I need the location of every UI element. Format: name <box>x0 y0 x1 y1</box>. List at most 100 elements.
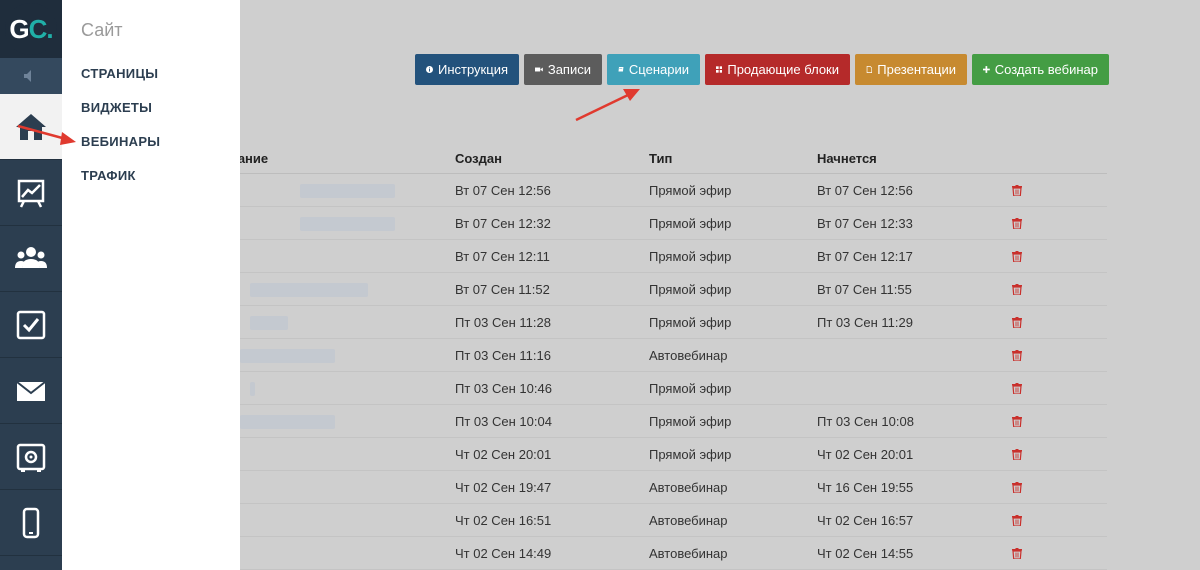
sidebar-item-tasks[interactable] <box>0 292 62 358</box>
trash-icon <box>1012 184 1022 196</box>
safe-icon <box>16 443 46 472</box>
start-date: Чт 02 Сен 14:55 <box>817 545 914 561</box>
trash-icon <box>1012 481 1022 493</box>
trash-icon <box>1012 349 1022 361</box>
trash-icon <box>1012 547 1022 559</box>
start-date: Чт 02 Сен 16:57 <box>817 512 914 528</box>
selling-blocks-label: Продающие блоки <box>727 62 839 77</box>
created-date: Пт 03 Сен 10:46 <box>455 380 552 396</box>
created-date: Пт 03 Сен 11:16 <box>455 347 551 363</box>
delete-button[interactable] <box>997 283 1037 295</box>
users-icon <box>15 246 47 268</box>
created-date: Пт 03 Сен 10:04 <box>455 413 552 429</box>
delete-button[interactable] <box>997 547 1037 559</box>
webinar-type: Автовебинар <box>649 545 728 561</box>
created-date: Вт 07 Сен 11:52 <box>455 281 550 297</box>
logo[interactable]: G C. <box>0 0 62 58</box>
delete-button[interactable] <box>997 481 1037 493</box>
start-date: Вт 07 Сен 12:56 <box>817 182 913 198</box>
delete-button[interactable] <box>997 217 1037 229</box>
start-date: Пт 03 Сен 10:08 <box>817 413 914 429</box>
webinar-type: Прямой эфир <box>649 215 732 231</box>
plus-icon <box>983 66 990 73</box>
delete-button[interactable] <box>997 382 1037 394</box>
trash-icon <box>1012 448 1022 460</box>
created-date: Вт 07 Сен 12:11 <box>455 248 550 264</box>
sidebar-item-messages[interactable] <box>0 358 62 424</box>
created-date: Чт 02 Сен 20:01 <box>455 446 552 462</box>
file-icon <box>866 66 873 73</box>
webinar-type: Автовебинар <box>649 347 728 363</box>
instruction-button[interactable]: Инструкция <box>415 54 519 85</box>
created-date: Чт 02 Сен 16:51 <box>455 512 552 528</box>
menu-item-webinars[interactable]: ВЕБИНАРЫ <box>81 134 160 149</box>
webinar-type: Прямой эфир <box>649 248 732 264</box>
delete-button[interactable] <box>997 250 1037 262</box>
redacted-name-blur <box>250 382 255 396</box>
sidebar-item-site[interactable] <box>0 94 62 160</box>
menu-item-widgets[interactable]: ВИДЖЕТЫ <box>81 100 152 115</box>
created-date: Вт 07 Сен 12:56 <box>455 182 551 198</box>
redacted-name-blur <box>250 316 288 330</box>
menu-title: Сайт <box>81 20 123 40</box>
webinar-type: Прямой эфир <box>649 314 732 330</box>
trash-icon <box>1012 316 1022 328</box>
delete-button[interactable] <box>997 415 1037 427</box>
menu-item-pages[interactable]: СТРАНИЦЫ <box>81 66 158 81</box>
delete-button[interactable] <box>997 448 1037 460</box>
selling-blocks-button[interactable]: Продающие блоки <box>705 54 850 85</box>
redacted-name-blur <box>240 349 335 363</box>
webinar-type: Автовебинар <box>649 479 728 495</box>
start-date: Чт 16 Сен 19:55 <box>817 479 914 495</box>
start-date: Пт 03 Сен 11:29 <box>817 314 913 330</box>
records-label: Записи <box>547 62 591 77</box>
start-date: Чт 02 Сен 20:01 <box>817 446 914 462</box>
home-icon <box>16 113 46 140</box>
start-date: Вт 07 Сен 12:17 <box>817 248 913 264</box>
video-camera-icon <box>535 67 543 72</box>
header-start[interactable]: Начнется <box>817 151 997 166</box>
created-date: Пт 03 Сен 11:28 <box>455 314 551 330</box>
phone-icon <box>22 507 40 538</box>
create-webinar-button[interactable]: Создать вебинар <box>972 54 1109 85</box>
chart-icon <box>17 179 45 208</box>
webinar-type: Автовебинар <box>649 512 728 528</box>
records-button[interactable]: Записи <box>524 54 602 85</box>
instruction-label: Инструкция <box>438 62 508 77</box>
trash-icon <box>1012 283 1022 295</box>
delete-button[interactable] <box>997 316 1037 328</box>
header-type[interactable]: Тип <box>649 151 817 166</box>
trash-icon <box>1012 514 1022 526</box>
sidebar-item-mobile[interactable] <box>0 490 62 556</box>
speaker-icon <box>24 70 31 82</box>
sidebar-item-sales[interactable] <box>0 424 62 490</box>
sidebar-item-sound[interactable] <box>0 58 62 94</box>
redacted-name-blur <box>300 184 395 198</box>
scenarios-button[interactable]: Сценарии <box>607 54 700 85</box>
webinar-type: Прямой эфир <box>649 380 732 396</box>
checkbox-icon <box>16 310 46 339</box>
delete-button[interactable] <box>997 514 1037 526</box>
book-icon <box>618 67 624 72</box>
delete-button[interactable] <box>997 184 1037 196</box>
sidebar-item-users[interactable] <box>0 226 62 292</box>
trash-icon <box>1012 217 1022 229</box>
menu-item-traffic[interactable]: ТРАФИК <box>81 168 136 183</box>
trash-icon <box>1012 250 1022 262</box>
toolbar: Инструкция Записи Сценарии Продающие бло… <box>415 54 1109 85</box>
delete-button[interactable] <box>997 349 1037 361</box>
redacted-name-blur <box>250 283 368 297</box>
presentations-button[interactable]: Презентации <box>855 54 967 85</box>
webinar-type: Прямой эфир <box>649 446 732 462</box>
webinar-type: Прямой эфир <box>649 281 732 297</box>
header-created[interactable]: Создан <box>455 151 649 166</box>
info-icon <box>426 66 433 73</box>
presentations-label: Презентации <box>877 62 956 77</box>
trash-icon <box>1012 415 1022 427</box>
getcourse-logo: G C. <box>5 3 57 55</box>
create-webinar-label: Создать вебинар <box>994 62 1098 77</box>
sidebar: G C. <box>0 0 62 570</box>
start-date: Вт 07 Сен 12:33 <box>817 215 913 231</box>
grid-icon <box>716 66 723 73</box>
sidebar-item-reports[interactable] <box>0 160 62 226</box>
